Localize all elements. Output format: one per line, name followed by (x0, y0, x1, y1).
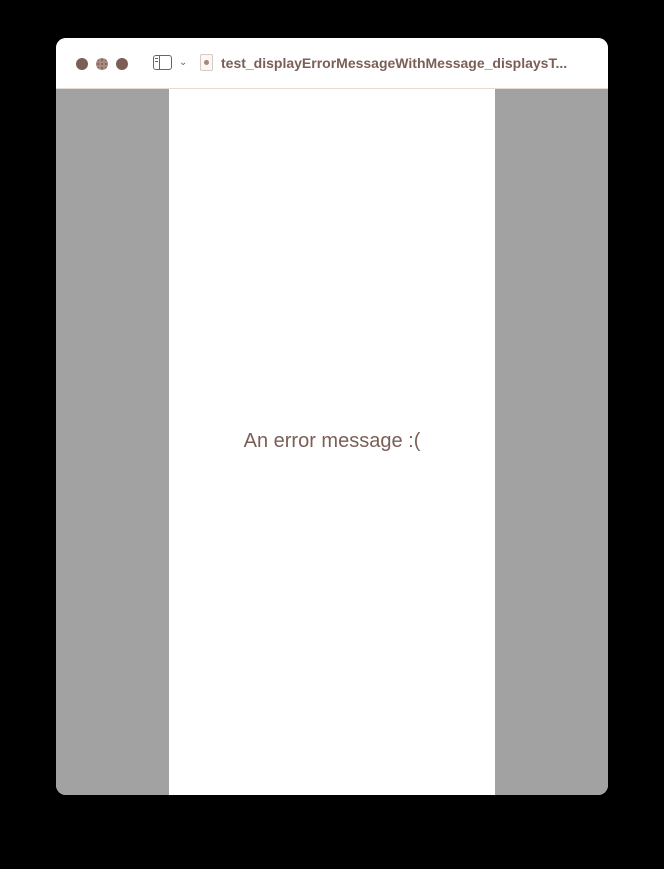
error-message-label: An error message :( (243, 430, 421, 452)
swift-file-icon (200, 54, 213, 71)
preview-canvas: An error message :( (56, 89, 608, 795)
device-screen: An error message :( (169, 89, 495, 795)
window-title: test_displayErrorMessageWithMessage_disp… (221, 55, 568, 71)
sidebar-toggle-icon[interactable] (153, 55, 172, 70)
chevron-down-icon[interactable]: ⌄ (179, 55, 187, 71)
minimize-window-button[interactable] (96, 58, 108, 70)
sidebar-pane-glyph (154, 56, 160, 69)
zoom-window-button[interactable] (116, 58, 128, 70)
title-bar: ⌄ test_displayErrorMessageWithMessage_di… (56, 38, 608, 89)
app-window: ⌄ test_displayErrorMessageWithMessage_di… (56, 38, 608, 795)
close-window-button[interactable] (76, 58, 88, 70)
